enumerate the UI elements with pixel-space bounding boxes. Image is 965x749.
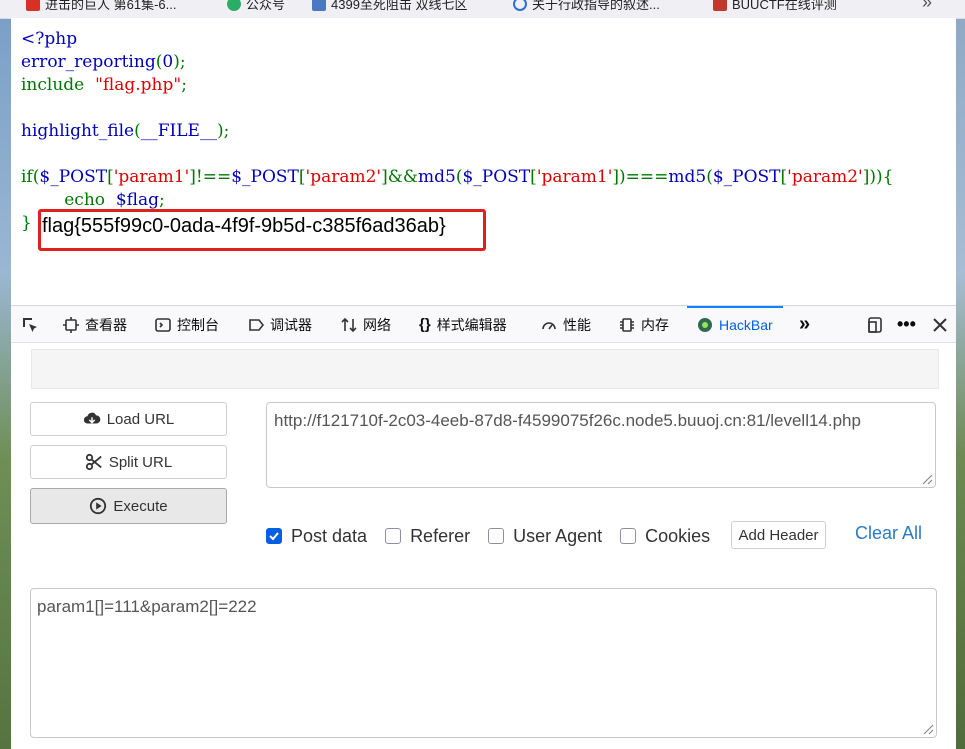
url-input[interactable]: http://f121710f-2c03-4eeb-87d8-f4599075f… bbox=[266, 402, 936, 488]
hackbar-panel: Load URL Split URL Execute http://f12171… bbox=[11, 343, 956, 749]
bookmark-item[interactable]: 关于行政指导的叙述... bbox=[513, 0, 660, 13]
console-icon bbox=[155, 317, 171, 332]
more-tabs-chevron-icon[interactable]: » bbox=[799, 306, 810, 343]
inspector-icon bbox=[63, 316, 79, 333]
desktop-wallpaper-right bbox=[956, 18, 965, 749]
tab-style-editor[interactable]: {} 样式编辑器 bbox=[419, 306, 507, 343]
bookmark-item[interactable]: 4399至死阻击 双线七区 bbox=[312, 0, 468, 13]
devtools-toolbar: 查看器 控制台 调试器 网络 {} 样式编辑器 性能 内存 HackBar » … bbox=[11, 305, 956, 343]
bookmark-item[interactable]: 公众号 bbox=[227, 0, 285, 13]
request-options: Post data Referer User Agent Cookies bbox=[266, 521, 728, 551]
tab-hackbar[interactable]: HackBar bbox=[687, 306, 783, 343]
search-icon bbox=[513, 0, 527, 11]
flag-highlight-box bbox=[38, 209, 486, 251]
bookmark-item[interactable]: BUUCTF在线评测 bbox=[713, 0, 837, 13]
execute-button[interactable]: Execute bbox=[30, 488, 227, 524]
bookmark-favicon-icon bbox=[713, 0, 727, 11]
desktop-wallpaper-left bbox=[0, 18, 11, 749]
tab-memory[interactable]: 内存 bbox=[619, 306, 669, 343]
tab-console[interactable]: 控制台 bbox=[155, 306, 219, 343]
load-url-button[interactable]: Load URL bbox=[30, 402, 227, 436]
gauge-icon bbox=[542, 321, 556, 329]
scissors-icon bbox=[85, 453, 102, 471]
hackbar-menu-strip bbox=[31, 349, 939, 389]
option-post-data[interactable]: Post data bbox=[266, 526, 367, 547]
checkbox-checked-icon[interactable] bbox=[266, 528, 282, 544]
bookmark-item[interactable]: 进击的巨人 第61集-6... bbox=[26, 0, 176, 13]
bookmark-favicon-icon bbox=[227, 0, 241, 11]
option-referer[interactable]: Referer bbox=[385, 526, 470, 547]
bookmarks-bar: 进击的巨人 第61集-6... 公众号 4399至死阻击 双线七区 关于行政指导… bbox=[0, 0, 965, 19]
memory-icon bbox=[620, 317, 634, 332]
bookmark-favicon-icon bbox=[312, 0, 326, 11]
tab-network[interactable]: 网络 bbox=[341, 306, 391, 343]
option-cookies[interactable]: Cookies bbox=[620, 526, 710, 547]
network-icon bbox=[341, 317, 357, 332]
clear-all-link[interactable]: Clear All bbox=[855, 523, 922, 544]
tab-inspector[interactable]: 查看器 bbox=[63, 306, 127, 343]
php-source-code: <?php error_reporting(0); include "flag.… bbox=[21, 29, 894, 233]
tab-debugger[interactable]: 调试器 bbox=[248, 306, 312, 343]
resize-handle-icon[interactable] bbox=[919, 471, 933, 485]
resize-handle-icon[interactable] bbox=[920, 721, 934, 735]
more-options-icon[interactable]: ••• bbox=[897, 306, 916, 343]
post-data-input[interactable]: param1[]=111&param2[]=222 bbox=[30, 588, 937, 738]
checkbox-icon[interactable] bbox=[385, 528, 402, 544]
play-circle-icon bbox=[90, 497, 107, 515]
dock-toggle-icon[interactable] bbox=[866, 316, 884, 334]
element-picker-icon[interactable] bbox=[21, 316, 39, 334]
debugger-icon bbox=[249, 318, 264, 331]
close-icon[interactable] bbox=[931, 316, 949, 334]
bookmark-favicon-icon bbox=[26, 0, 40, 11]
checkbox-icon[interactable] bbox=[620, 528, 637, 544]
chevron-more-icon[interactable]: » bbox=[922, 0, 932, 13]
option-user-agent[interactable]: User Agent bbox=[488, 526, 602, 547]
tab-performance[interactable]: 性能 bbox=[541, 306, 591, 343]
braces-icon: {} bbox=[419, 316, 431, 333]
split-url-button[interactable]: Split URL bbox=[30, 445, 227, 479]
add-header-button[interactable]: Add Header bbox=[731, 521, 826, 549]
cloud-download-icon bbox=[83, 412, 101, 424]
checkbox-icon[interactable] bbox=[488, 528, 505, 544]
page-content: <?php error_reporting(0); include "flag.… bbox=[11, 18, 956, 305]
hackbar-logo-icon bbox=[698, 317, 712, 332]
